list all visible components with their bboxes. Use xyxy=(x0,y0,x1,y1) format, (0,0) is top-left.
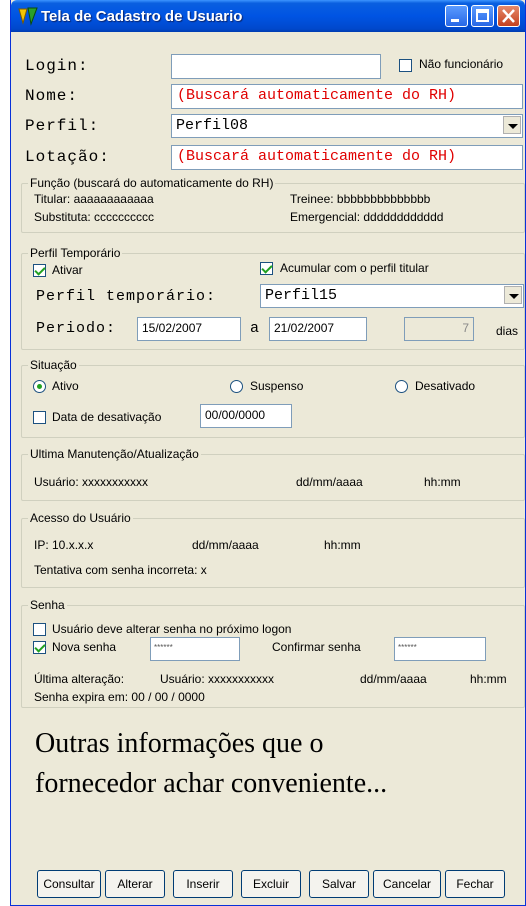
perfil-select[interactable]: Perfil08 xyxy=(171,114,523,138)
close-icon xyxy=(502,9,515,23)
ativo-radio[interactable] xyxy=(33,380,46,393)
perfil-temporario-select[interactable]: Perfil15 xyxy=(260,284,524,308)
data-desativacao-checkbox[interactable] xyxy=(33,411,46,424)
chevron-down-icon[interactable] xyxy=(504,286,522,304)
fechar-button[interactable]: Fechar xyxy=(445,870,505,898)
nova-senha-input[interactable]: ****** xyxy=(150,637,240,661)
acesso-data: dd/mm/aaaa xyxy=(192,538,259,552)
perfil-temporario-legend: Perfil Temporário xyxy=(28,246,123,260)
minimize-button[interactable] xyxy=(445,5,468,27)
manutencao-hora: hh:mm xyxy=(424,475,461,489)
close-button[interactable] xyxy=(497,5,520,27)
suspenso-label: Suspenso xyxy=(250,379,304,393)
outras-info-line-2: fornecedor achar conveniente... xyxy=(35,768,388,799)
nao-funcionario-label: Não funcionário xyxy=(419,57,504,71)
senha-expira: Senha expira em: 00 / 00 / 0000 xyxy=(34,690,205,704)
perfil-select-value: Perfil08 xyxy=(176,117,249,134)
senha-usuario: Usuário: xxxxxxxxxxx xyxy=(160,672,275,686)
emergencial-text: Emergencial: dddddddddddd xyxy=(290,210,444,224)
periodo-label: Periodo: xyxy=(36,320,117,337)
senha-hora: hh:mm xyxy=(470,672,507,686)
maximize-icon xyxy=(476,9,489,22)
funcao-legend: Função (buscará do automaticamente do RH… xyxy=(28,176,276,190)
nome-label: Nome: xyxy=(25,87,79,105)
tentativa-text: Tentativa com senha incorreta: x xyxy=(34,563,207,577)
title-bar[interactable]: Tela de Cadastro de Usuario xyxy=(11,0,525,32)
consultar-button[interactable]: Consultar xyxy=(37,870,101,898)
nao-funcionario-checkbox[interactable] xyxy=(399,59,412,72)
acesso-legend: Acesso do Usuário xyxy=(28,511,133,525)
manutencao-legend: Ultima Manutenção/Atualização xyxy=(28,447,201,461)
situacao-group: Situação Ativo Suspenso Desativado Data … xyxy=(21,358,525,438)
dias-label: dias xyxy=(496,324,519,338)
a-label: a xyxy=(250,320,261,337)
login-label: Login: xyxy=(25,57,89,75)
cadastro-usuario-window: Tela de Cadastro de Usuario Login: Não f… xyxy=(10,0,526,906)
app-logo-icon xyxy=(18,7,38,26)
nome-field: (Buscará automaticamente do RH) xyxy=(171,84,523,109)
perfil-label: Perfil: xyxy=(25,117,100,135)
manutencao-usuario: Usuário: xxxxxxxxxxx xyxy=(34,475,149,489)
data-inicio-input[interactable]: 15/02/2007 xyxy=(137,317,241,341)
suspenso-radio[interactable] xyxy=(230,380,243,393)
outras-info-line-1: Outras informações que o xyxy=(35,728,324,759)
data-desativacao-label: Data de desativação xyxy=(52,410,162,424)
dias-field: 7 xyxy=(404,317,474,341)
perfil-temporario-label: Perfil temporário: xyxy=(36,288,217,305)
confirmar-senha-label: Confirmar senha xyxy=(272,640,361,654)
excluir-button[interactable]: Excluir xyxy=(241,870,301,898)
ativar-label: Ativar xyxy=(52,263,83,277)
titular-text: Titular: aaaaaaaaaaaa xyxy=(34,192,154,206)
senha-legend: Senha xyxy=(28,598,67,612)
data-desativacao-input[interactable]: 00/00/0000 xyxy=(200,404,292,428)
nova-senha-checkbox[interactable] xyxy=(33,641,46,654)
salvar-button[interactable]: Salvar xyxy=(309,870,369,898)
deve-alterar-label: Usuário deve alterar senha no próximo lo… xyxy=(52,622,292,636)
maximize-button[interactable] xyxy=(471,5,494,27)
funcao-group: Função (buscará do automaticamente do RH… xyxy=(21,176,525,233)
ativar-checkbox[interactable] xyxy=(33,264,46,277)
acesso-hora: hh:mm xyxy=(324,538,361,552)
senha-group: Senha Usuário deve alterar senha no próx… xyxy=(21,598,525,708)
acesso-ip: IP: 10.x.x.x xyxy=(34,538,94,552)
data-fim-input[interactable]: 21/02/2007 xyxy=(269,317,367,341)
perfil-temporario-select-value: Perfil15 xyxy=(265,287,338,304)
login-input[interactable] xyxy=(171,54,381,79)
ultima-alteracao-label: Última alteração: xyxy=(34,672,125,686)
cancelar-button[interactable]: Cancelar xyxy=(373,870,441,898)
manutencao-group: Ultima Manutenção/Atualização Usuário: x… xyxy=(21,447,525,501)
trainee-text: Treinee: bbbbbbbbbbbbbb xyxy=(290,192,431,206)
situacao-legend: Situação xyxy=(28,358,79,372)
perfil-temporario-group: Perfil Temporário Ativar Acumular com o … xyxy=(21,246,525,350)
senha-data: dd/mm/aaaa xyxy=(360,672,427,686)
desativado-radio[interactable] xyxy=(395,380,408,393)
deve-alterar-checkbox[interactable] xyxy=(33,623,46,636)
acesso-group: Acesso do Usuário IP: 10.x.x.x dd/mm/aaa… xyxy=(21,511,525,588)
alterar-button[interactable]: Alterar xyxy=(105,870,165,898)
substituta-text: Substituta: cccccccccc xyxy=(34,210,155,224)
acumular-label: Acumular com o perfil titular xyxy=(280,261,429,275)
chevron-down-icon[interactable] xyxy=(503,116,521,134)
lotacao-field: (Buscará automaticamente do RH) xyxy=(171,145,523,170)
ativo-label: Ativo xyxy=(52,379,79,393)
window-title: Tela de Cadastro de Usuario xyxy=(41,8,243,25)
lotacao-label: Lotação: xyxy=(25,148,110,166)
minimize-icon xyxy=(451,19,459,22)
nova-senha-label: Nova senha xyxy=(52,640,117,654)
desativado-label: Desativado xyxy=(415,379,476,393)
acumular-checkbox[interactable] xyxy=(260,262,273,275)
confirmar-senha-input[interactable]: ****** xyxy=(394,637,486,661)
inserir-button[interactable]: Inserir xyxy=(173,870,233,898)
manutencao-data: dd/mm/aaaa xyxy=(296,475,363,489)
